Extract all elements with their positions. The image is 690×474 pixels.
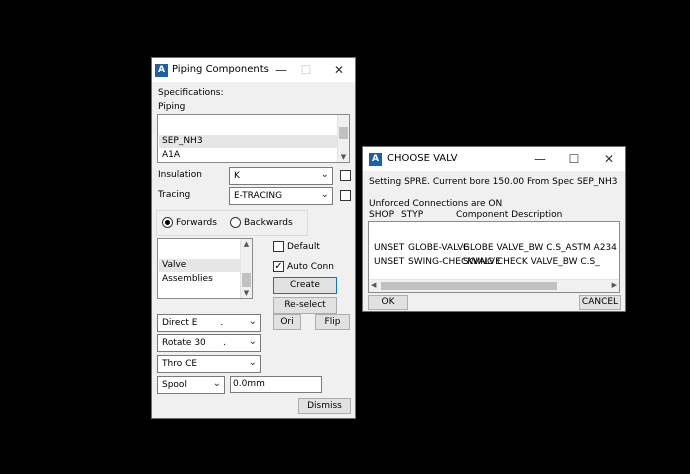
row-shop: UNSET [374,257,405,267]
scroll-down-icon[interactable]: ▼ [338,152,349,162]
piping-label: Piping [158,102,186,112]
column-header-description: Component Description [456,210,563,220]
scroll-down-icon[interactable]: ▼ [241,288,252,298]
direction-select[interactable]: Direct E . ⌄ [157,314,261,332]
aveva-a-icon: A [155,64,168,77]
component-type-listbox[interactable]: Valve Assemblies ▲ ▼ [157,238,253,299]
maximize-icon: ☐ [300,63,312,77]
minimize-icon[interactable]: — [272,61,290,79]
backwards-radio[interactable] [230,217,241,228]
spec-listbox[interactable]: SEP_NH3 A1A ▼ [157,114,350,163]
type-item-valve[interactable]: Valve [159,259,240,272]
valve-list-hscrollbar[interactable]: ◀ ▶ [369,279,619,292]
piping-window-title: Piping Components [172,64,269,75]
flip-button[interactable]: Flip [315,314,350,330]
spool-value: Spool [162,380,187,390]
tracing-select[interactable]: E-TRACING ⌄ [229,187,333,205]
tracing-checkbox[interactable] [340,190,351,201]
close-icon[interactable]: ✕ [330,61,348,79]
auto-conn-checkbox[interactable]: ✓ [273,261,284,272]
insulation-value: K [234,171,240,181]
chevron-down-icon: ⌄ [320,169,329,180]
scroll-left-icon[interactable]: ◀ [371,281,376,289]
spec-item-sep-nh3[interactable]: SEP_NH3 [159,135,337,148]
close-icon[interactable]: ✕ [600,150,618,168]
chevron-down-icon: ⌄ [320,189,329,200]
spec-item-a1a[interactable]: A1A [162,149,337,162]
ori-button[interactable]: Ori [273,314,301,330]
unforced-connections-text: Unforced Connections are ON [369,199,503,209]
spec-list-scroll-thumb[interactable] [339,127,348,139]
forwards-radio[interactable] [162,217,173,228]
tracing-value: E-TRACING [234,191,283,201]
cancel-button[interactable]: CANCEL [579,295,621,310]
ok-button[interactable]: OK [368,295,408,310]
setting-text: Setting SPRE. Current bore 150.00 From S… [369,177,618,187]
type-item-assemblies[interactable]: Assemblies [162,273,240,286]
insulation-select[interactable]: K ⌄ [229,167,333,185]
minimize-icon[interactable]: — [531,150,549,168]
create-button[interactable]: Create [273,277,337,294]
rotate-value: Rotate 30 . [162,338,226,348]
column-header-styp: STYP [401,210,424,220]
table-row[interactable]: UNSET GLOBE-VALVE GLOBE VALVE_BW C.S_AST… [369,242,619,255]
thro-value: Thro CE [162,359,198,369]
row-desc: GLOBE VALVE_BW C.S_ASTM A234 WP [463,243,620,253]
backwards-label: Backwards [244,218,293,228]
direction-value: Direct E . [162,318,224,328]
row-shop: UNSET [374,243,405,253]
reselect-button[interactable]: Re-select [273,297,337,314]
rotate-select[interactable]: Rotate 30 . ⌄ [157,334,261,352]
table-row[interactable]: UNSET SWING-CHECKVALVE SWING CHECK VALVE… [369,256,619,269]
thro-select[interactable]: Thro CE ⌄ [157,355,261,373]
choose-valv-window: A CHOOSE VALV — ☐ ✕ Setting SPRE. Curren… [362,146,626,312]
column-header-shop: SHOP [369,210,394,220]
chevron-down-icon: ⌄ [248,357,257,368]
spec-list-scrollbar[interactable]: ▼ [337,115,349,162]
default-label: Default [287,242,320,252]
tracing-label: Tracing [158,190,191,200]
forwards-label: Forwards [176,218,217,228]
auto-conn-label: Auto Conn [287,262,334,272]
piping-components-window: A Piping Components — ☐ ✕ Specifications… [151,57,356,419]
piping-title-bar[interactable]: A Piping Components — ☐ ✕ [152,58,355,82]
row-desc: SWING CHECK VALVE_BW C.S_ [463,257,600,267]
type-list-scrollbar[interactable]: ▲ ▼ [240,239,252,298]
spool-select[interactable]: Spool ⌄ [157,376,225,394]
scroll-right-icon[interactable]: ▶ [612,281,617,289]
type-list-scroll-thumb[interactable] [242,273,251,287]
valve-list-hscroll-thumb[interactable] [381,282,557,290]
spool-distance-input[interactable]: 0.0mm [230,376,322,393]
default-checkbox[interactable] [273,241,284,252]
valv-window-title: CHOOSE VALV [387,153,458,164]
scroll-up-icon[interactable]: ▲ [241,239,252,249]
spool-distance-value: 0.0mm [233,379,265,389]
aveva-a-icon: A [369,153,382,166]
insulation-checkbox[interactable] [340,170,351,181]
dismiss-button[interactable]: Dismiss [298,398,351,414]
valve-choice-list[interactable]: UNSET GLOBE-VALVE GLOBE VALVE_BW C.S_AST… [368,221,620,293]
specifications-label: Specifications: [158,88,224,98]
chevron-down-icon: ⌄ [248,316,257,327]
maximize-icon[interactable]: ☐ [565,150,583,168]
valv-title-bar[interactable]: A CHOOSE VALV — ☐ ✕ [363,147,625,171]
chevron-down-icon: ⌄ [248,336,257,347]
chevron-down-icon: ⌄ [212,378,221,389]
insulation-label: Insulation [158,170,203,180]
row-styp: GLOBE-VALVE [408,243,469,253]
